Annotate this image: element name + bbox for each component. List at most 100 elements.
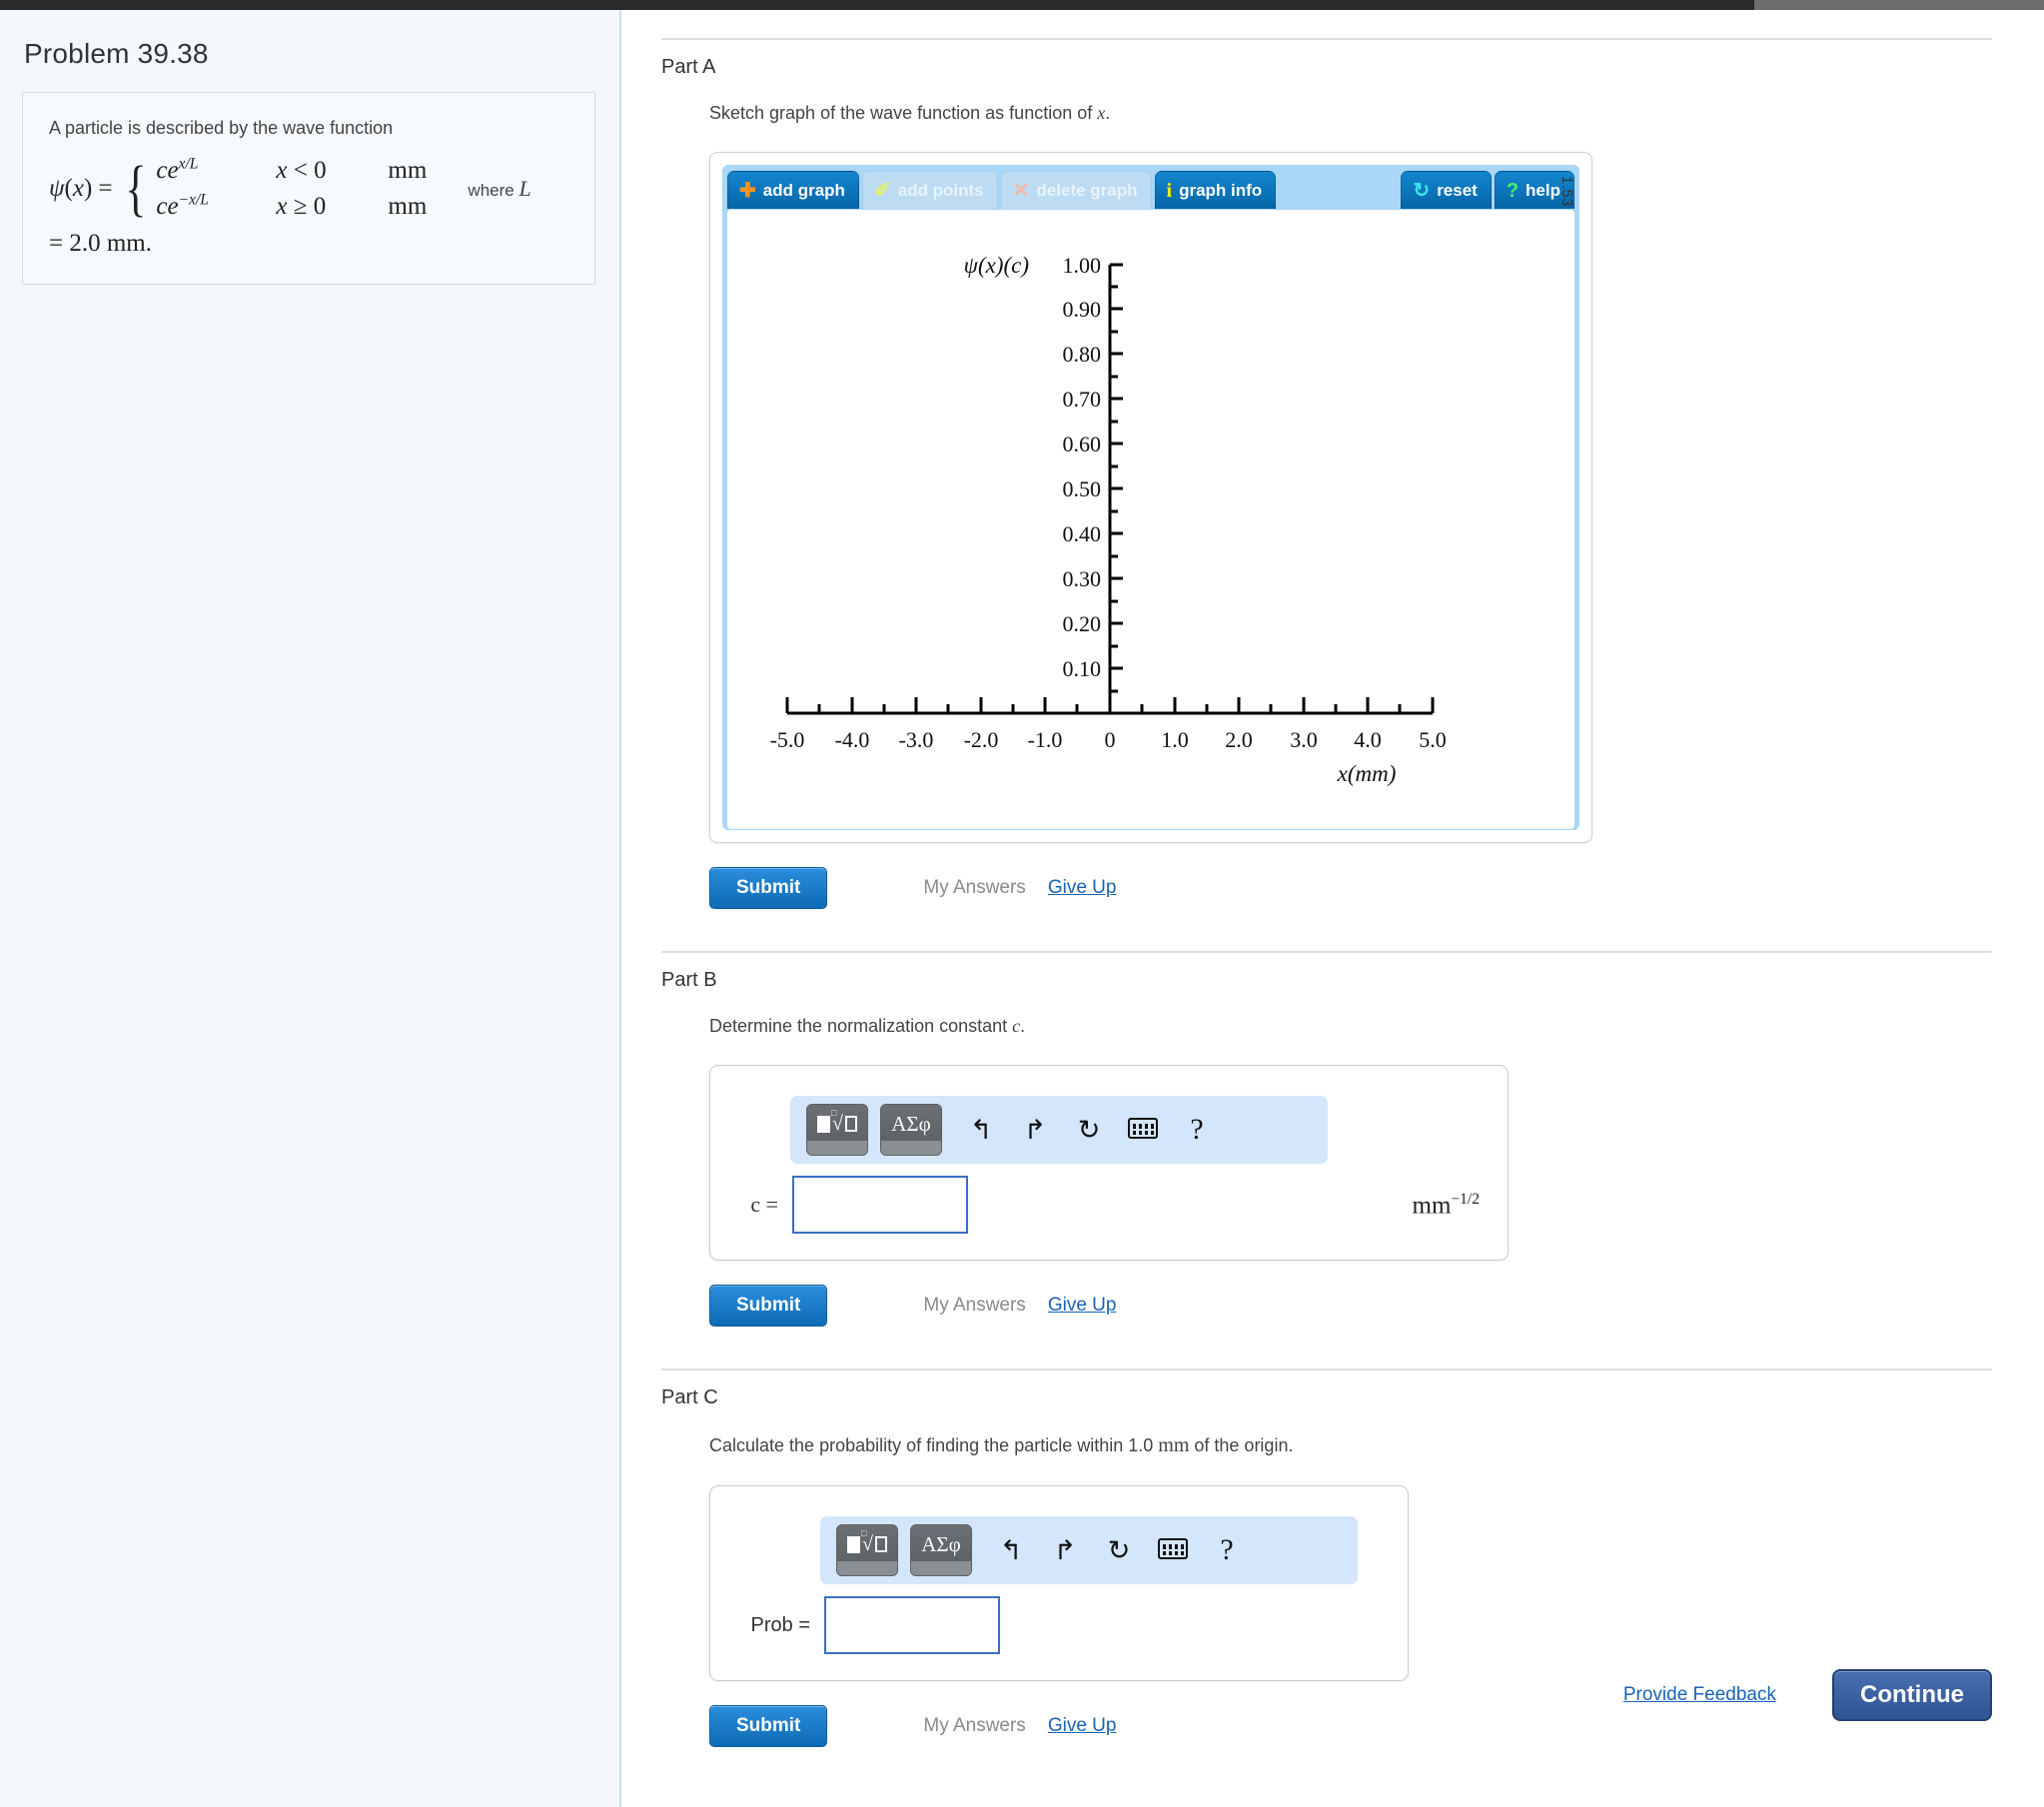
part-b-unit: mm−1/2 <box>1412 1190 1480 1220</box>
math-template-button[interactable]: □ √ <box>806 1104 868 1157</box>
provide-feedback-link[interactable]: Provide Feedback <box>1623 1684 1776 1706</box>
part-c-field-row: Prob = <box>710 1596 1408 1655</box>
graph-tool-reset[interactable]: ↻ reset <box>1401 171 1492 210</box>
divider-above-part-c <box>661 1368 1992 1371</box>
undo-icon[interactable]: ↰ <box>984 1536 1038 1564</box>
svg-text:0.10: 0.10 <box>1063 656 1102 681</box>
part-b-math-toolbar: □ √ ΑΣφ ↰ ↱ ↻ ? <box>790 1096 1328 1165</box>
question-icon: ? <box>1506 179 1520 202</box>
svg-text:3.0: 3.0 <box>1290 727 1318 752</box>
template-icon: □ √ <box>837 1525 897 1564</box>
problem-statement-box: A particle is described by the wave func… <box>22 92 595 285</box>
svg-text:5.0: 5.0 <box>1419 727 1447 752</box>
svg-text:0: 0 <box>1105 727 1116 752</box>
exercise-footer: Provide Feedback Continue <box>1623 1669 1992 1721</box>
graph-axes-svg: 1.00 0.90 0.80 0.70 0.60 0.50 0.40 0.30 … <box>770 253 1447 786</box>
part-a-my-answers-label: My Answers <box>923 877 1026 899</box>
equation-lhs: ψ(x) = <box>49 175 113 203</box>
svg-text:ψ(x)(c): ψ(x)(c) <box>964 253 1029 278</box>
part-b-answer-box: □ √ ΑΣφ ↰ ↱ ↻ ? c = mm−1/2 <box>709 1065 1509 1262</box>
graph-plot-canvas[interactable]: 1.00 0.90 0.80 0.70 0.60 0.50 0.40 0.30 … <box>727 210 1574 830</box>
svg-text:1.0: 1.0 <box>1161 727 1189 752</box>
x-icon: ✕ <box>1012 179 1030 202</box>
svg-text:-2.0: -2.0 <box>964 727 999 752</box>
graph-scale-readout: 1.53 <box>1558 175 1575 207</box>
equation-case-1: cex/L x < 0 mm <box>156 155 428 185</box>
part-c-give-up-link[interactable]: Give Up <box>1048 1715 1117 1737</box>
svg-text:0.90: 0.90 <box>1063 297 1102 322</box>
svg-text:1.00: 1.00 <box>1063 253 1102 278</box>
part-c-my-answers-label: My Answers <box>923 1715 1026 1737</box>
continue-button[interactable]: Continue <box>1832 1669 1992 1721</box>
undo-icon[interactable]: ↰ <box>954 1116 1008 1144</box>
graph-tool-add-points[interactable]: ✐ add points <box>861 171 998 210</box>
greek-icon: ΑΣφ <box>881 1105 941 1144</box>
graph-tool-delete-graph[interactable]: ✕ delete graph <box>1000 171 1152 210</box>
pencil-icon: ✐ <box>873 179 891 202</box>
part-b-field-label: c = <box>750 1192 778 1218</box>
template-icon: □ √ <box>807 1105 867 1144</box>
part-b-answer-actions: Submit My Answers Give Up <box>709 1285 1992 1328</box>
refresh-icon: ↻ <box>1413 179 1431 202</box>
graph-widget-frame: ✚ add graph ✐ add points ✕ delete graph … <box>722 165 1579 831</box>
part-b-give-up-link[interactable]: Give Up <box>1048 1295 1117 1317</box>
graph-toolbar: ✚ add graph ✐ add points ✕ delete graph … <box>727 170 1575 210</box>
part-b-answer-input[interactable] <box>792 1176 968 1235</box>
math-template-button[interactable]: □ √ <box>836 1524 898 1577</box>
part-c-math-toolbar: □ √ ΑΣφ ↰ ↱ ↻ ? <box>820 1516 1358 1585</box>
part-a-give-up-link[interactable]: Give Up <box>1048 877 1117 899</box>
window-title-bar <box>0 0 2044 10</box>
part-c-submit-button[interactable]: Submit <box>709 1705 828 1748</box>
wave-function-equation: ψ(x) = { cex/L x < 0 mm ce−x/L x ≥ 0 mm <box>49 153 568 226</box>
graph-sketch-widget[interactable]: ✚ add graph ✐ add points ✕ delete graph … <box>709 152 1592 844</box>
math-help-icon[interactable]: ? <box>1170 1115 1224 1145</box>
graph-tool-reset-label: reset <box>1437 180 1478 200</box>
reset-icon[interactable]: ↻ <box>1062 1116 1116 1144</box>
redo-icon[interactable]: ↱ <box>1038 1536 1092 1564</box>
svg-text:0.60: 0.60 <box>1063 432 1102 456</box>
part-a-answer-actions: Submit My Answers Give Up <box>709 867 1992 910</box>
problem-lead-text: A particle is described by the wave func… <box>49 118 394 138</box>
greek-dropdown-strip <box>881 1141 941 1156</box>
part-b-field-row: c = mm−1/2 <box>710 1176 1508 1235</box>
equation-brace: { <box>125 155 146 224</box>
part-b-submit-button[interactable]: Submit <box>709 1285 828 1328</box>
math-help-icon[interactable]: ? <box>1200 1535 1254 1565</box>
svg-text:4.0: 4.0 <box>1354 727 1382 752</box>
part-a-submit-button[interactable]: Submit <box>709 867 828 910</box>
graph-tool-graph-info-label: graph info <box>1179 180 1263 200</box>
svg-text:0.50: 0.50 <box>1063 476 1102 501</box>
graph-tool-add-graph[interactable]: ✚ add graph <box>727 171 859 210</box>
part-c-answer-input[interactable] <box>824 1596 1000 1655</box>
title-bar-right-strip <box>1754 0 2044 10</box>
part-a-question: Sketch graph of the wave function as fun… <box>709 103 1111 123</box>
greek-dropdown-strip <box>911 1561 971 1576</box>
graph-tool-graph-info[interactable]: i graph info <box>1154 171 1277 210</box>
svg-text:x(mm): x(mm) <box>1337 761 1397 786</box>
keyboard-icon[interactable] <box>1116 1117 1170 1144</box>
svg-text:-3.0: -3.0 <box>899 727 934 752</box>
part-b-my-answers-label: My Answers <box>923 1295 1026 1317</box>
part-c-answer-box: □ √ ΑΣφ ↰ ↱ ↻ ? Prob = <box>709 1485 1409 1682</box>
greek-icon: ΑΣφ <box>911 1525 971 1564</box>
reset-icon[interactable]: ↻ <box>1092 1536 1146 1564</box>
divider-above-part-b <box>661 951 1992 954</box>
svg-text:-4.0: -4.0 <box>835 727 870 752</box>
equation-tail: = 2.0 mm. <box>49 229 152 257</box>
problem-sidebar: Problem 39.38 A particle is described by… <box>0 10 621 1807</box>
svg-text:0.20: 0.20 <box>1063 611 1102 636</box>
plus-icon: ✚ <box>739 179 756 202</box>
template-dropdown-strip <box>807 1141 867 1156</box>
info-icon: i <box>1166 179 1173 202</box>
part-c-field-label: Prob = <box>750 1613 810 1636</box>
math-greek-button[interactable]: ΑΣφ <box>910 1524 972 1577</box>
divider-above-part-a <box>661 38 1992 40</box>
graph-tool-add-points-label: add points <box>897 180 984 200</box>
redo-icon[interactable]: ↱ <box>1008 1116 1062 1144</box>
page-title: Problem 39.38 <box>24 38 209 69</box>
part-b-question: Determine the normalization constant c. <box>709 1016 1026 1037</box>
graph-tool-delete-graph-label: delete graph <box>1036 180 1138 200</box>
keyboard-icon[interactable] <box>1146 1537 1200 1564</box>
template-dropdown-strip <box>837 1561 897 1576</box>
math-greek-button[interactable]: ΑΣφ <box>880 1104 942 1157</box>
